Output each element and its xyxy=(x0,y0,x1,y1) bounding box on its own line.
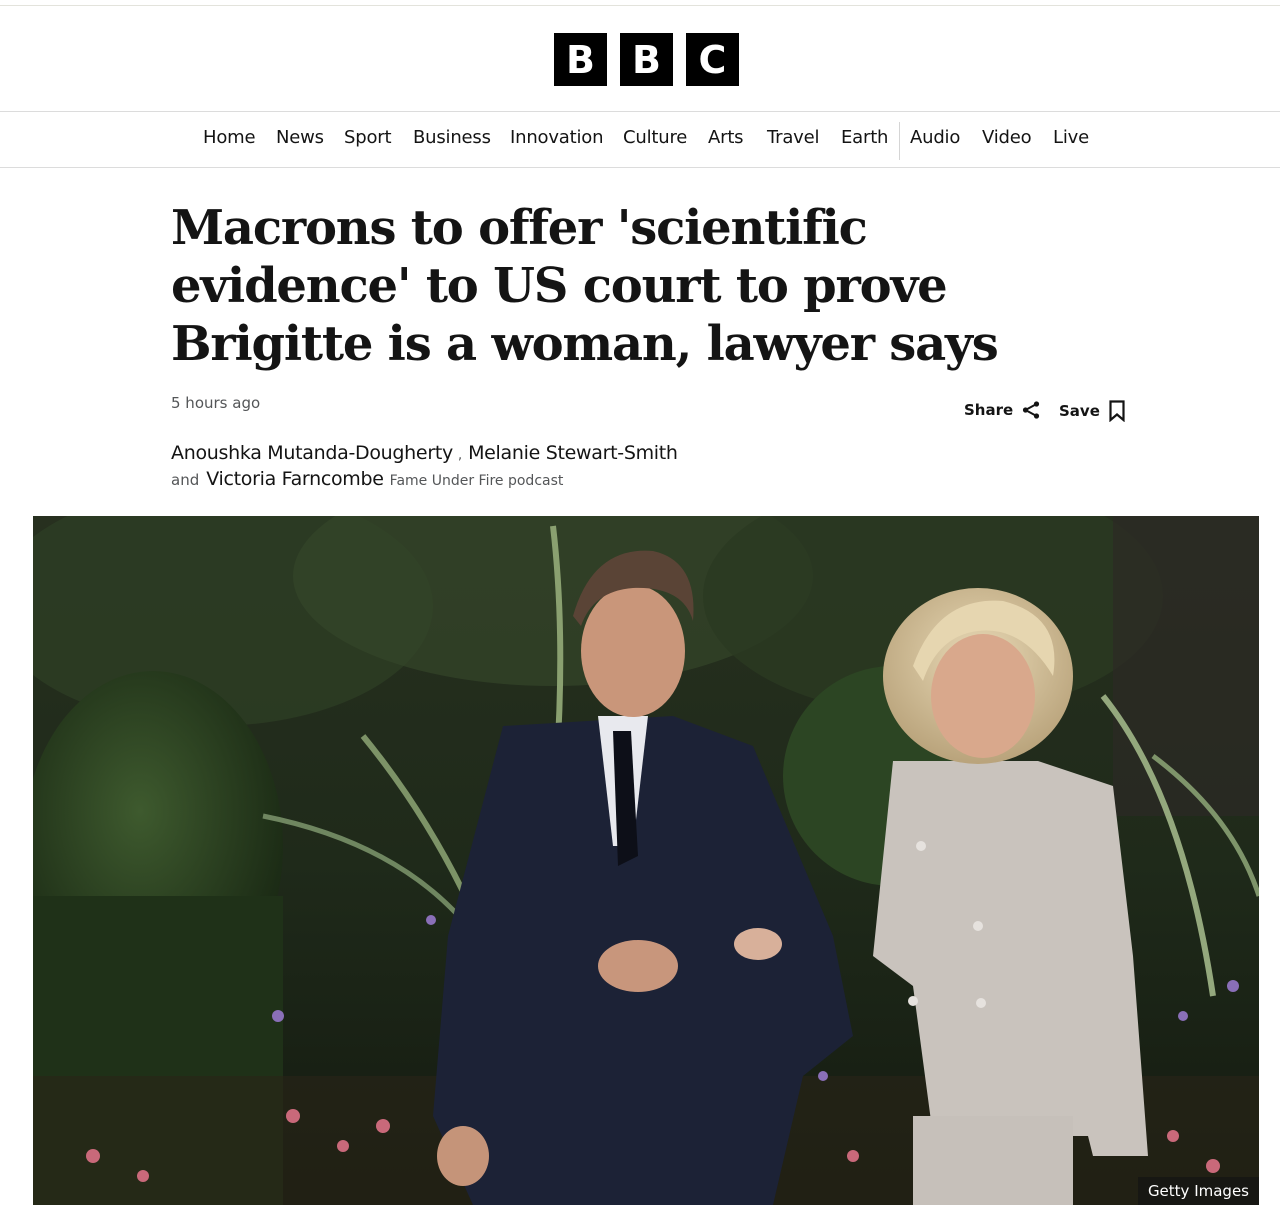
bbc-logo[interactable]: B B C xyxy=(554,33,739,86)
nav-item-travel[interactable]: Travel xyxy=(767,127,820,148)
masthead: B B C xyxy=(0,6,1280,112)
nav-item-sport[interactable]: Sport xyxy=(344,127,392,148)
author-role: Fame Under Fire podcast xyxy=(389,473,564,489)
share-button[interactable]: Share xyxy=(964,400,1041,420)
hero-photo xyxy=(33,516,1259,1205)
nav-item-home[interactable]: Home xyxy=(203,127,256,148)
logo-letter: B xyxy=(620,33,673,86)
nav-item-earth[interactable]: Earth xyxy=(841,127,888,148)
nav-item-culture[interactable]: Culture xyxy=(623,127,687,148)
nav-divider xyxy=(899,122,900,160)
logo-letter: B xyxy=(554,33,607,86)
image-credit: Getty Images xyxy=(1137,1177,1259,1205)
author-link[interactable]: Anoushka Mutanda-Dougherty xyxy=(171,442,453,464)
author-link[interactable]: Melanie Stewart-Smith xyxy=(468,442,678,464)
bookmark-icon xyxy=(1108,400,1126,422)
byline: Anoushka Mutanda-Dougherty , Melanie Ste… xyxy=(171,442,678,464)
logo-letter: C xyxy=(686,33,739,86)
share-label: Share xyxy=(964,401,1014,419)
nav-item-innovation[interactable]: Innovation xyxy=(510,127,604,148)
article-headline: Macrons to offer 'scientific evidence' t… xyxy=(171,200,999,372)
main-navigation: Home News Sport Business Innovation Cult… xyxy=(0,113,1280,168)
author-link[interactable]: Victoria Farncombe xyxy=(206,468,384,490)
share-icon xyxy=(1021,400,1041,420)
save-button[interactable]: Save xyxy=(1059,400,1126,422)
article-timestamp: 5 hours ago xyxy=(171,394,261,412)
nav-item-arts[interactable]: Arts xyxy=(708,127,744,148)
nav-item-video[interactable]: Video xyxy=(982,127,1032,148)
author-separator: , xyxy=(457,448,463,463)
nav-item-news[interactable]: News xyxy=(276,127,324,148)
nav-item-live[interactable]: Live xyxy=(1053,127,1089,148)
save-label: Save xyxy=(1059,402,1100,420)
byline-continued: and Victoria Farncombe Fame Under Fire p… xyxy=(171,468,563,490)
author-conjunction: and xyxy=(171,471,200,489)
hero-image: Getty Images xyxy=(33,516,1259,1205)
nav-item-business[interactable]: Business xyxy=(413,127,491,148)
nav-item-audio[interactable]: Audio xyxy=(910,127,960,148)
